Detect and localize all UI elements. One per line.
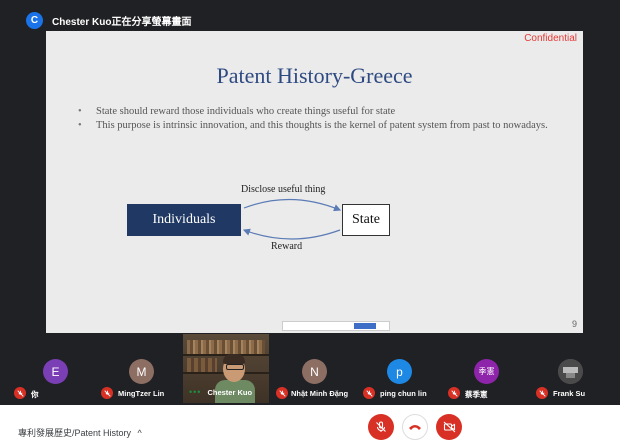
- camera-off-icon: [443, 421, 455, 433]
- mic-off-icon: [376, 421, 386, 432]
- participant-name: 蔡季憲: [465, 390, 488, 399]
- participant-name: 你: [31, 390, 39, 399]
- end-call-icon: [409, 425, 421, 430]
- participant-name: ping chun lin: [380, 389, 427, 398]
- participant-name: Frank Su: [553, 389, 586, 398]
- mic-off-icon: [536, 387, 548, 399]
- meeting-stage: C Chester Kuo正在分享螢幕畫面 Confidential Paten…: [0, 0, 620, 405]
- mic-off-icon: [363, 387, 375, 399]
- participant-tile[interactable]: N Nhật Minh Đặng: [269, 334, 355, 402]
- participant-avatar: E: [43, 359, 68, 384]
- participant-avatar: M: [129, 359, 154, 384]
- sharing-status: Chester Kuo正在分享螢幕畫面: [52, 17, 192, 28]
- mic-off-icon: [448, 387, 460, 399]
- presenting-mini-toolbar: [282, 321, 390, 331]
- participant-tile[interactable]: E 你: [0, 334, 90, 402]
- participant-tile[interactable]: p ping chun lin: [355, 334, 440, 402]
- presenter-video-tile[interactable]: ••• Chester Kuo: [183, 334, 269, 403]
- arrow-to-state: [243, 198, 342, 212]
- leave-call-button[interactable]: [402, 414, 428, 440]
- bullet-item: This purpose is intrinsic innovation, an…: [76, 120, 556, 132]
- confidential-label: Confidential: [524, 33, 577, 44]
- diagram-bottom-label: Reward: [271, 241, 303, 252]
- mic-off-icon: [276, 387, 288, 399]
- participant-strip: E 你 M MingTzer Lin N Nhật Minh Đặng p pi…: [0, 334, 620, 402]
- bookshelf: [187, 340, 265, 354]
- participant-avatar: N: [302, 359, 327, 384]
- control-bar: 專利發展歷史/Patent History ^: [0, 405, 620, 443]
- bullet-item: State should reward those individuals wh…: [76, 106, 556, 118]
- presenter-avatar: C: [26, 12, 43, 29]
- mic-off-icon: [101, 387, 113, 399]
- diagram-top-label: Disclose useful thing: [241, 184, 326, 195]
- participant-name: MingTzer Lin: [118, 389, 165, 398]
- slide-page-number: 9: [571, 319, 577, 329]
- participant-name: Nhật Minh Đặng: [291, 389, 349, 398]
- state-box: State: [342, 204, 390, 236]
- participant-name: Chester Kuo: [207, 387, 253, 397]
- camera-toggle-button[interactable]: [436, 414, 462, 440]
- participant-tile[interactable]: 季憲 蔡季憲: [440, 334, 525, 402]
- mic-toggle-button[interactable]: [368, 414, 394, 440]
- meeting-title: 專利發展歷史/Patent History: [18, 428, 132, 438]
- participant-tile[interactable]: Frank Su: [525, 334, 620, 402]
- speaking-indicator-icon: •••: [189, 387, 202, 397]
- participant-avatar: p: [387, 359, 412, 384]
- presentation-header: C Chester Kuo正在分享螢幕畫面: [0, 0, 620, 32]
- individuals-box: Individuals: [127, 204, 241, 236]
- slide-bullets: State should reward those individuals wh…: [76, 106, 556, 134]
- chevron-up-icon: ^: [137, 428, 142, 438]
- slide-title: Patent History-Greece: [216, 63, 413, 88]
- mic-off-icon: [14, 387, 26, 399]
- participant-tile[interactable]: M MingTzer Lin: [90, 334, 182, 402]
- participant-avatar: 季憲: [474, 359, 499, 384]
- shared-slide: Confidential Patent History-Greece State…: [46, 31, 583, 333]
- participant-photo-avatar: [558, 359, 583, 384]
- diagram-arrows: [242, 198, 342, 240]
- meeting-details-toggle[interactable]: 專利發展歷史/Patent History ^: [18, 426, 142, 439]
- arrow-to-individuals: [242, 228, 341, 240]
